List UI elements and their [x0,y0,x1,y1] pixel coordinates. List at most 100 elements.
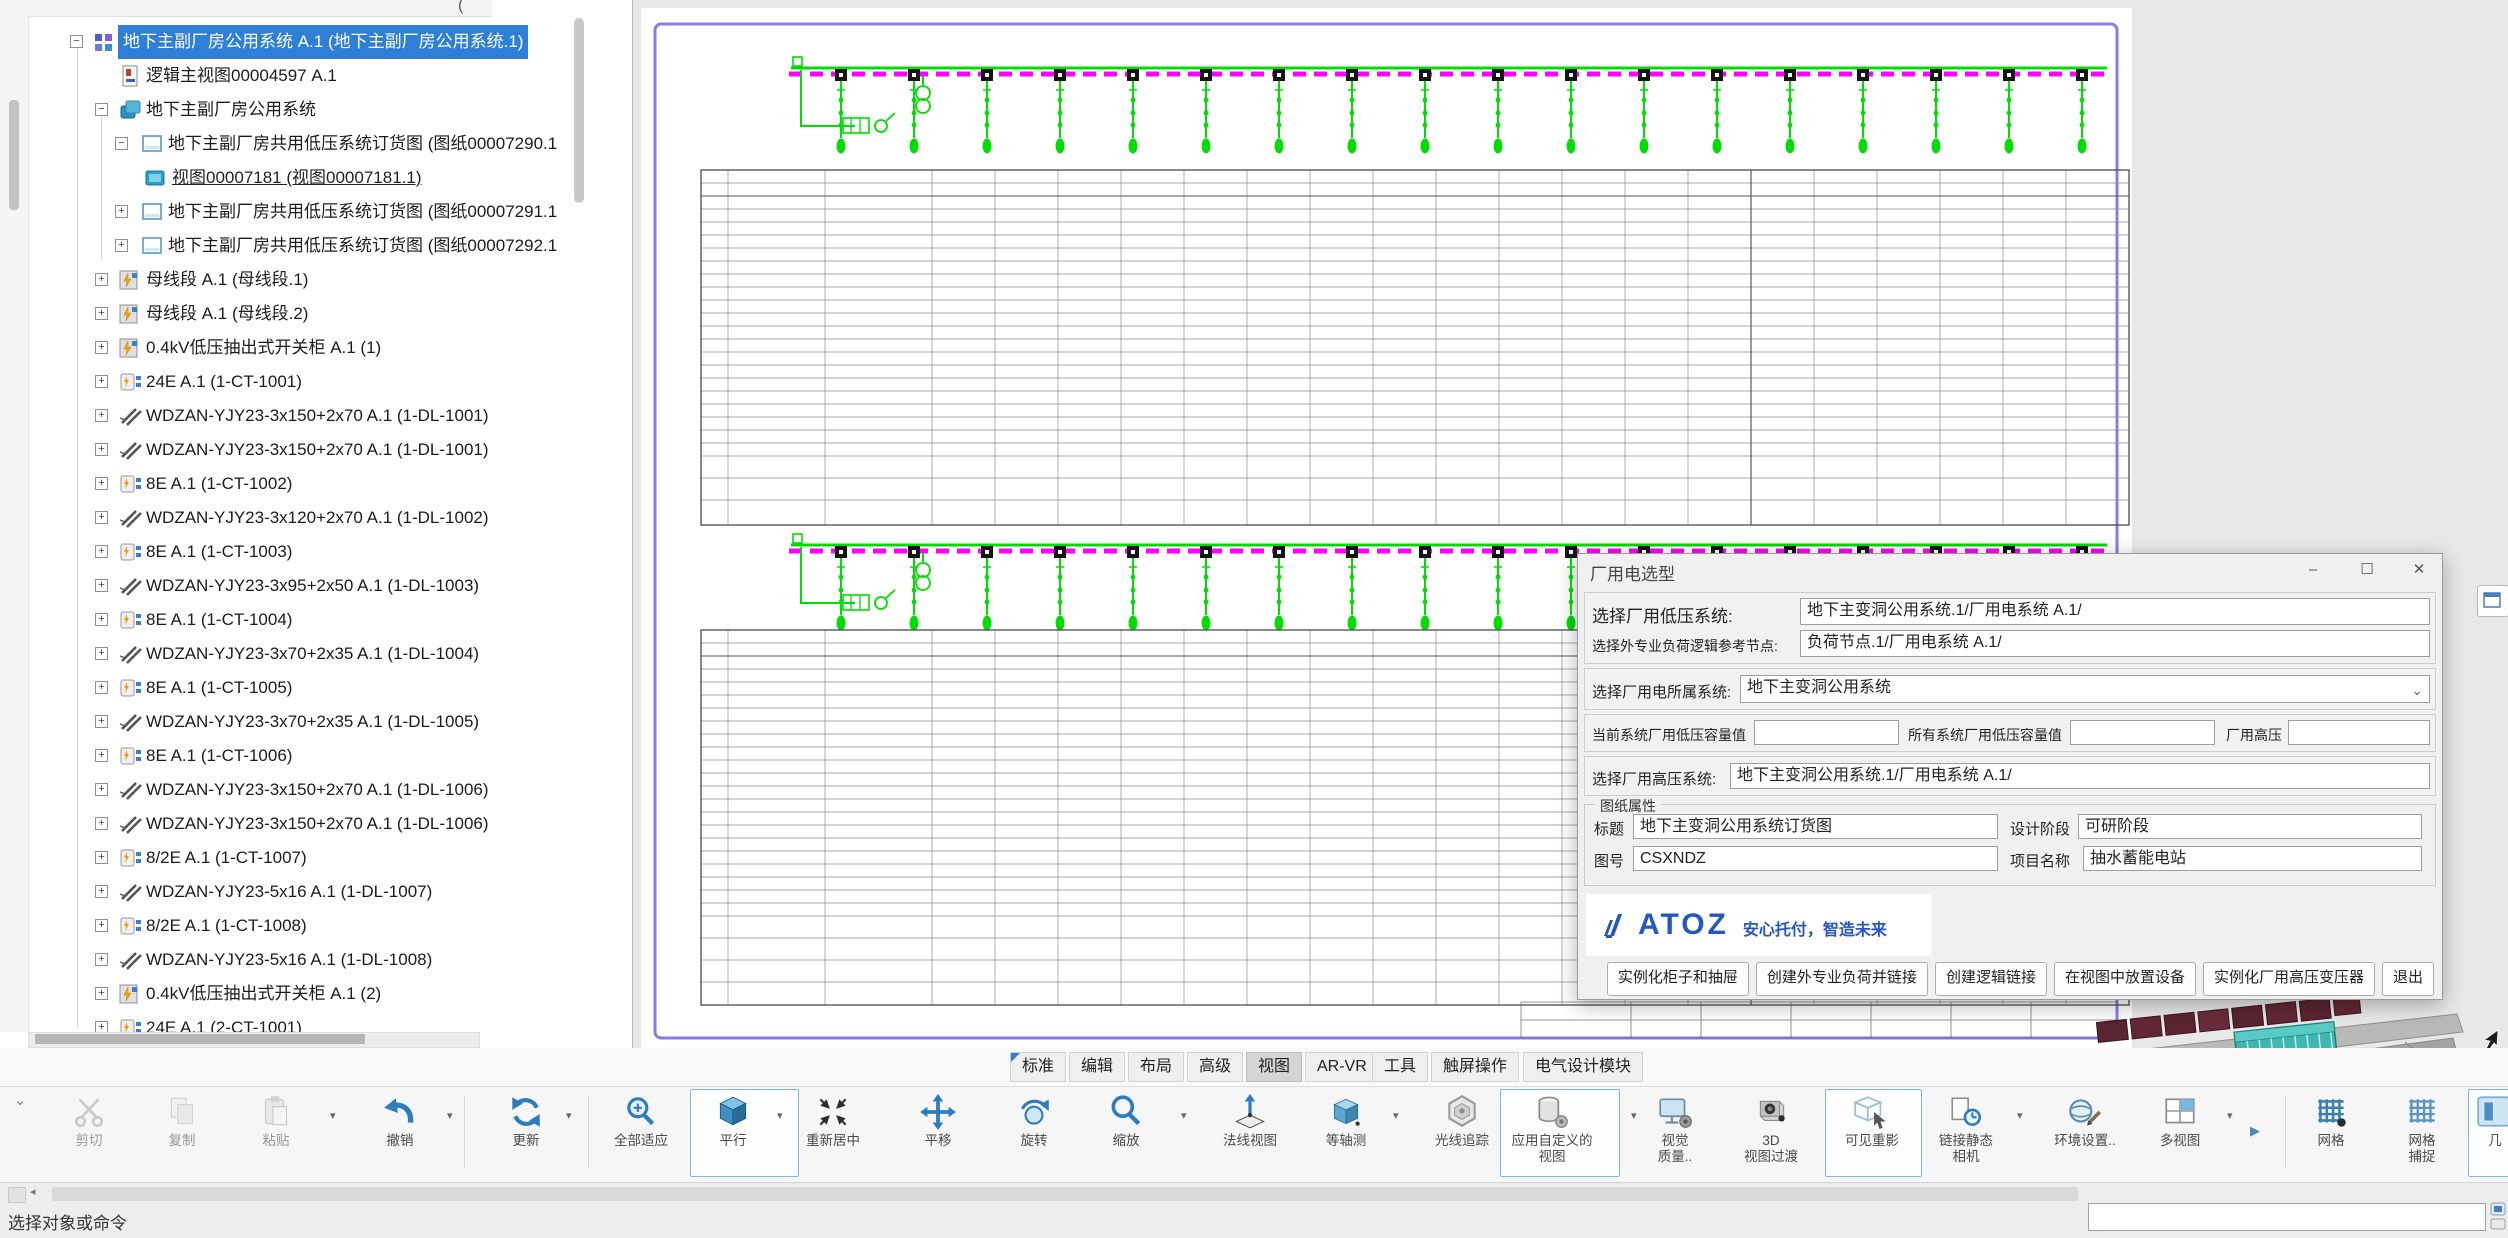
toolbar-button-rotate[interactable]: 旋转 [988,1091,1080,1149]
expand-icon[interactable]: + [115,205,128,218]
expand-icon[interactable]: + [95,647,108,660]
tab-标准[interactable]: 标准 [1010,1052,1066,1082]
status-corner-icons[interactable] [2490,1201,2506,1231]
tree-item-label[interactable]: 母线段 A.1 (母线段.2) [146,297,308,331]
tree-item-label[interactable]: 地下主副厂房共用低压系统订货图 (图纸00007290.1 [168,127,557,161]
tree-item[interactable]: + WDZAN-YJY23-3x150+2x70 A.1 (1-DL-1001) [0,433,632,467]
toolbar-button-pan[interactable]: 平移 [892,1091,984,1149]
tree-item[interactable]: +0.4kV低压抽出式开关柜 A.1 (1) [0,331,632,365]
expand-icon[interactable]: + [95,477,108,490]
dropdown-caret-icon[interactable]: ▾ [566,1109,572,1122]
dialog-button[interactable]: 创建外专业负荷并链接 [1756,962,1928,996]
tree-item-label[interactable]: 8/2E A.1 (1-CT-1008) [146,909,307,943]
tree-item[interactable]: +24E A.1 (1-CT-1001) [0,365,632,399]
expand-icon[interactable]: + [95,783,108,796]
tree-item[interactable]: + WDZAN-YJY23-3x150+2x70 A.1 (1-DL-1006) [0,773,632,807]
tree-item[interactable]: + 母线段 A.1 (母线段.2) [0,297,632,331]
tab-电气设计模块[interactable]: 电气设计模块 [1523,1052,1643,1082]
dialog-button[interactable]: 创建逻辑链接 [1935,962,2047,996]
dropdown-caret-icon[interactable]: ▾ [777,1109,783,1122]
dialog-titlebar[interactable]: 厂用电选型 – ☐ ✕ [1578,554,2442,586]
tree-item-label[interactable]: 8E A.1 (1-CT-1003) [146,535,292,569]
expand-icon[interactable]: + [95,443,108,456]
expand-icon[interactable]: + [95,409,108,422]
tree-item[interactable]: +WDZAN-YJY23-3x70+2x35 A.1 (1-DL-1005) [0,705,632,739]
tree-item[interactable]: +8E A.1 (1-CT-1002) [0,467,632,501]
dropdown-caret-icon[interactable]: ▾ [2227,1109,2233,1122]
tree-item[interactable]: + 母线段 A.1 (母线段.1) [0,263,632,297]
tab-布局[interactable]: 布局 [1128,1052,1184,1082]
current-capacity-input[interactable] [1754,720,1899,745]
tree-item-label[interactable]: WDZAN-YJY23-3x95+2x50 A.1 (1-DL-1003) [146,569,479,603]
maximize-button[interactable]: ☐ [2350,558,2384,582]
dialog-button[interactable]: 退出 [2382,962,2434,996]
expand-icon[interactable]: + [115,239,128,252]
toolbar-button-static-camera[interactable]: 链接静态 相机 [1920,1091,2012,1164]
tree-item-label[interactable]: 地下主副厂房公用系统 [146,93,316,127]
collapse-icon[interactable]: − [115,137,128,150]
toolbar-button-raytrace[interactable]: 光线追踪 [1416,1091,1508,1149]
toolbar-button-ghost[interactable]: 可见重影 [1826,1091,1918,1149]
toolbar-button-normal-view[interactable]: 法线视图 [1204,1091,1296,1149]
tree-item-label[interactable]: WDZAN-YJY23-3x70+2x35 A.1 (1-DL-1004) [146,637,479,671]
tree-item-label[interactable]: WDZAN-YJY23-3x150+2x70 A.1 (1-DL-1006) [146,773,489,807]
tree-item-label[interactable]: 8E A.1 (1-CT-1006) [146,739,292,773]
expand-icon[interactable]: + [95,817,108,830]
tree-horizontal-scrollbar[interactable] [28,1032,480,1048]
sheet-no-input[interactable]: CSXNDZ [1633,846,1998,871]
tree-item-label[interactable]: WDZAN-YJY23-3x150+2x70 A.1 (1-DL-1006) [146,807,489,841]
close-button[interactable]: ✕ [2402,558,2436,582]
sheet-title-input[interactable]: 地下主变洞公用系统订货图 [1633,814,1998,839]
tree-item-label[interactable]: WDZAN-YJY23-5x16 A.1 (1-DL-1008) [146,943,432,977]
expand-icon[interactable]: + [95,307,108,320]
tree-item[interactable]: − 地下主副厂房共用低压系统订货图 (图纸00007290.1 [0,127,632,161]
expand-icon[interactable]: + [95,715,108,728]
horizontal-scrollbar-track[interactable] [52,1187,2078,1201]
tree-item-label[interactable]: 逻辑主视图00004597 A.1 [146,59,337,93]
tree-item[interactable]: + WDZAN-YJY23-3x150+2x70 A.1 (1-DL-1006) [0,807,632,841]
tree-item-label[interactable]: WDZAN-YJY23-3x120+2x70 A.1 (1-DL-1002) [146,501,489,535]
hv-system-input[interactable]: 地下主变洞公用系统.1/厂用电系统 A.1/ [1730,763,2430,789]
collapse-icon[interactable]: − [70,35,83,48]
tree-item-label[interactable]: 地下主副厂房共用低压系统订货图 (图纸00007292.1 [168,229,557,263]
expand-icon[interactable]: + [95,919,108,932]
tree-item-label[interactable]: 8E A.1 (1-CT-1002) [146,467,292,501]
tree-item-label[interactable]: 8E A.1 (1-CT-1005) [146,671,292,705]
tree-item[interactable]: +8E A.1 (1-CT-1004) [0,603,632,637]
toolbar-button-isometric[interactable]: 等轴测 [1300,1091,1392,1149]
toolbar-button-3d-transition[interactable]: 3D 视图过渡 [1725,1091,1817,1164]
lv-system-input[interactable]: 地下主变洞公用系统.1/厂用电系统 A.1/ [1800,598,2430,625]
expand-icon[interactable]: + [95,885,108,898]
tree-item[interactable]: − 地下主副厂房公用系统 A.1 (地下主副厂房公用系统.1) [0,25,632,59]
plant-power-selection-dialog[interactable]: 厂用电选型 – ☐ ✕ 选择厂用低压系统: 地下主变洞公用系统.1/厂用电系统 … [1577,553,2443,1000]
toolbar-button-update[interactable]: 更新 [480,1091,572,1149]
design-stage-input[interactable]: 可研阶段 [2078,814,2422,839]
collapse-icon[interactable]: − [95,103,108,116]
tree-item[interactable]: +8/2E A.1 (1-CT-1008) [0,909,632,943]
tree-item[interactable]: +8/2E A.1 (1-CT-1007) [0,841,632,875]
toolbar-button-cube[interactable]: 平行 [687,1091,779,1149]
tree-item-label[interactable]: WDZAN-YJY23-5x16 A.1 (1-DL-1007) [146,875,432,909]
expand-icon[interactable]: + [95,545,108,558]
tree-item[interactable]: + WDZAN-YJY23-5x16 A.1 (1-DL-1008) [0,943,632,977]
tab-视图[interactable]: 视图 [1246,1052,1302,1082]
expand-icon[interactable]: + [95,953,108,966]
scroll-left-icon[interactable]: ◂ [30,1185,36,1198]
toolbar-button-custom-view[interactable]: 应用自定义的视图 [1506,1091,1598,1164]
tree-item-label[interactable]: WDZAN-YJY23-3x150+2x70 A.1 (1-DL-1001) [146,433,489,467]
expand-icon[interactable]: + [95,273,108,286]
tab-AR-VR[interactable]: AR-VR [1305,1052,1379,1082]
tree-item[interactable]: 逻辑主视图00004597 A.1 [0,59,632,93]
scrollbar-thumb[interactable] [35,1034,365,1044]
toolbar-button-visual-quality[interactable]: 视觉 质量.. [1629,1091,1721,1164]
expand-icon[interactable]: + [95,987,108,1000]
minimize-button[interactable]: – [2296,558,2330,582]
tab-触屏操作[interactable]: 触屏操作 [1431,1052,1519,1082]
tree-item-label[interactable]: 地下主副厂房公用系统 A.1 (地下主副厂房公用系统.1) [118,25,528,59]
side-panel-button[interactable] [2477,585,2508,617]
tree-item[interactable]: +地下主副厂房共用低压系统订货图 (图纸00007291.1 [0,195,632,229]
expand-icon[interactable]: + [95,579,108,592]
tree-item-label[interactable]: 8E A.1 (1-CT-1004) [146,603,292,637]
tree-item-label[interactable]: 母线段 A.1 (母线段.1) [146,263,308,297]
toolbar-button-zoom[interactable]: 缩放 [1080,1091,1172,1149]
